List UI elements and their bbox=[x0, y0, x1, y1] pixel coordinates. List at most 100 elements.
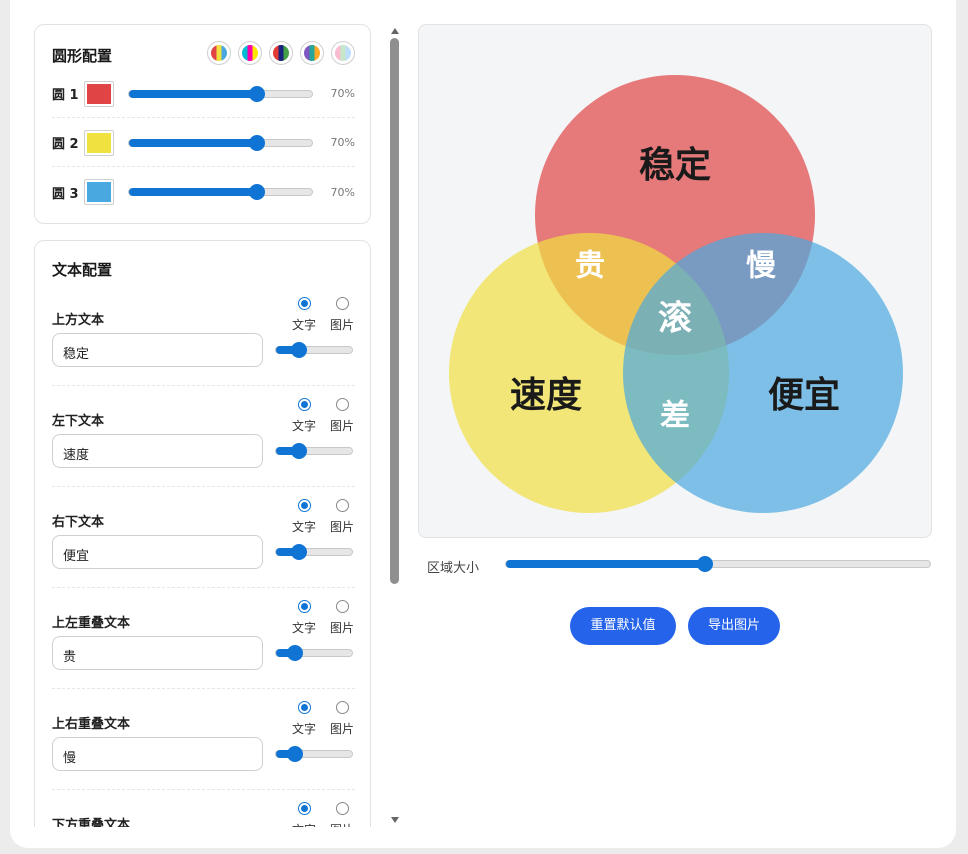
circle-opacity-slider[interactable] bbox=[128, 134, 313, 151]
text-mode-text-option[interactable]: 文字 bbox=[291, 398, 317, 434]
circle-config-title: 圆形配置 bbox=[52, 47, 113, 65]
text-mode-text-radio[interactable] bbox=[297, 701, 311, 714]
scroll-down-arrow-icon[interactable] bbox=[391, 817, 399, 823]
area-size-slider[interactable] bbox=[505, 556, 931, 572]
reset-defaults-button[interactable]: 重置默认值 bbox=[570, 607, 676, 645]
text-mode-image-label: 图片 bbox=[329, 419, 354, 433]
scroll-up-arrow-icon[interactable] bbox=[391, 28, 399, 34]
text-mode-text-label: 文字 bbox=[291, 520, 316, 534]
color-preset-5[interactable] bbox=[331, 41, 355, 65]
circle-opacity-slider-thumb[interactable] bbox=[249, 184, 266, 200]
text-mode-text-label: 文字 bbox=[291, 419, 316, 433]
circle-opacity-slider[interactable] bbox=[128, 184, 313, 200]
text-row-label: 上右重叠文本 bbox=[52, 717, 131, 732]
text-value-input[interactable]: 稳定 bbox=[52, 333, 263, 367]
text-value-input[interactable]: 便宜 bbox=[52, 535, 263, 569]
text-mode-image-option[interactable]: 图片 bbox=[329, 499, 355, 535]
text-mode-image-radio[interactable] bbox=[335, 600, 349, 613]
text-mode-text-label: 文字 bbox=[291, 621, 316, 635]
text-size-slider-thumb[interactable] bbox=[290, 544, 307, 560]
text-mode-text-option[interactable]: 文字 bbox=[291, 701, 317, 737]
text-mode-image-option[interactable]: 图片 bbox=[329, 802, 355, 827]
text-row-label: 上方文本 bbox=[52, 313, 105, 328]
text-value-input[interactable]: 速度 bbox=[52, 434, 263, 468]
color-presets bbox=[207, 41, 355, 65]
text-mode-text-option[interactable]: 文字 bbox=[291, 802, 317, 827]
circle-color-swatch bbox=[87, 83, 111, 104]
color-preset-swatch-icon bbox=[273, 45, 289, 61]
text-mode-image-radio[interactable] bbox=[335, 297, 349, 310]
circle-opacity-slider-thumb[interactable] bbox=[249, 134, 266, 151]
settings-scrollbar[interactable] bbox=[389, 28, 401, 823]
color-preset-2[interactable] bbox=[238, 41, 262, 65]
circle-row-3: 圆 3 70% bbox=[52, 168, 355, 216]
text-mode-radio-group: 文字图片 bbox=[291, 398, 355, 434]
circle-opacity-slider[interactable] bbox=[128, 85, 313, 102]
text-mode-text-radio[interactable] bbox=[297, 802, 311, 815]
text-mode-text-option[interactable]: 文字 bbox=[291, 297, 317, 333]
text-mode-radio-group: 文字图片 bbox=[291, 701, 355, 737]
text-value-input[interactable]: 慢 bbox=[52, 737, 263, 771]
color-preset-swatch-icon bbox=[335, 45, 351, 61]
text-mode-image-radio[interactable] bbox=[335, 802, 349, 815]
circle-color-swatch bbox=[87, 132, 111, 153]
color-preset-swatch-icon bbox=[304, 45, 320, 61]
scrollbar-thumb[interactable] bbox=[390, 38, 399, 584]
text-row-label: 左下文本 bbox=[52, 414, 105, 429]
circle-label: 圆 1 bbox=[52, 88, 79, 103]
text-size-slider-thumb[interactable] bbox=[290, 443, 307, 459]
text-mode-text-label: 文字 bbox=[291, 318, 316, 332]
circle-row-1: 圆 1 70% bbox=[52, 70, 355, 118]
area-size-label: 区域大小 bbox=[427, 561, 480, 576]
export-image-button[interactable]: 导出图片 bbox=[688, 607, 780, 645]
text-size-slider[interactable] bbox=[275, 746, 353, 762]
text-mode-image-option[interactable]: 图片 bbox=[329, 398, 355, 434]
text-mode-radio-group: 文字图片 bbox=[291, 297, 355, 333]
text-size-slider-thumb[interactable] bbox=[287, 746, 303, 762]
text-mode-image-radio[interactable] bbox=[335, 701, 349, 714]
text-size-slider[interactable] bbox=[275, 443, 353, 459]
text-mode-text-radio[interactable] bbox=[297, 499, 311, 512]
text-value-input[interactable]: 贵 bbox=[52, 636, 263, 670]
text-mode-radio-group: 文字图片 bbox=[291, 802, 355, 827]
text-row-label: 上左重叠文本 bbox=[52, 616, 131, 631]
color-preset-4[interactable] bbox=[300, 41, 324, 65]
circle-opacity-slider-thumb[interactable] bbox=[249, 85, 266, 102]
text-row-3: 右下文本 文字 图片 便宜 bbox=[52, 487, 355, 588]
text-mode-text-option[interactable]: 文字 bbox=[291, 499, 317, 535]
text-size-slider[interactable] bbox=[275, 342, 353, 358]
area-size-slider-thumb[interactable] bbox=[697, 556, 714, 572]
text-mode-text-radio[interactable] bbox=[297, 398, 311, 411]
text-size-slider-thumb[interactable] bbox=[287, 645, 303, 661]
venn-top-left-label: 贵 bbox=[575, 249, 605, 284]
text-mode-image-radio[interactable] bbox=[335, 499, 349, 512]
text-mode-image-option[interactable]: 图片 bbox=[329, 600, 355, 636]
text-mode-text-radio[interactable] bbox=[297, 600, 311, 613]
text-row-label: 下方重叠文本 bbox=[52, 818, 131, 827]
text-mode-text-option[interactable]: 文字 bbox=[291, 600, 317, 636]
circle-color-picker[interactable] bbox=[84, 179, 114, 205]
text-mode-text-radio[interactable] bbox=[297, 297, 311, 310]
app-window: 圆形配置 圆 1 70% 圆 2 70% 圆 3 70% 文本配置 上方文本 文字 图片 稳定左… bbox=[10, 0, 956, 848]
circle-opacity-slider-fill bbox=[129, 89, 258, 98]
color-preset-1[interactable] bbox=[207, 41, 231, 65]
circle-color-picker[interactable] bbox=[84, 80, 114, 107]
venn-left-label: 速度 bbox=[510, 375, 582, 416]
circle-color-picker[interactable] bbox=[84, 129, 114, 156]
color-preset-3[interactable] bbox=[269, 41, 293, 65]
text-size-slider[interactable] bbox=[275, 645, 353, 661]
venn-center-label: 滚 bbox=[658, 299, 692, 339]
text-mode-image-label: 图片 bbox=[329, 318, 354, 332]
area-size-control: 区域大小 bbox=[427, 554, 931, 576]
text-size-slider[interactable] bbox=[275, 544, 353, 560]
text-mode-image-option[interactable]: 图片 bbox=[329, 701, 355, 737]
text-mode-image-label: 图片 bbox=[329, 520, 354, 534]
text-config-title: 文本配置 bbox=[52, 261, 113, 279]
text-mode-image-radio[interactable] bbox=[335, 398, 349, 411]
text-mode-image-option[interactable]: 图片 bbox=[329, 297, 355, 333]
text-size-slider-thumb[interactable] bbox=[290, 342, 307, 358]
text-mode-image-label: 图片 bbox=[329, 621, 354, 635]
venn-top-label: 稳定 bbox=[639, 145, 711, 186]
text-config-card: 文本配置 上方文本 文字 图片 稳定 左下文本 文字 图片 速度 右下文本 文字 图片 便宜 上左重叠文… bbox=[34, 240, 371, 827]
circle-opacity-slider-fill bbox=[129, 138, 258, 147]
